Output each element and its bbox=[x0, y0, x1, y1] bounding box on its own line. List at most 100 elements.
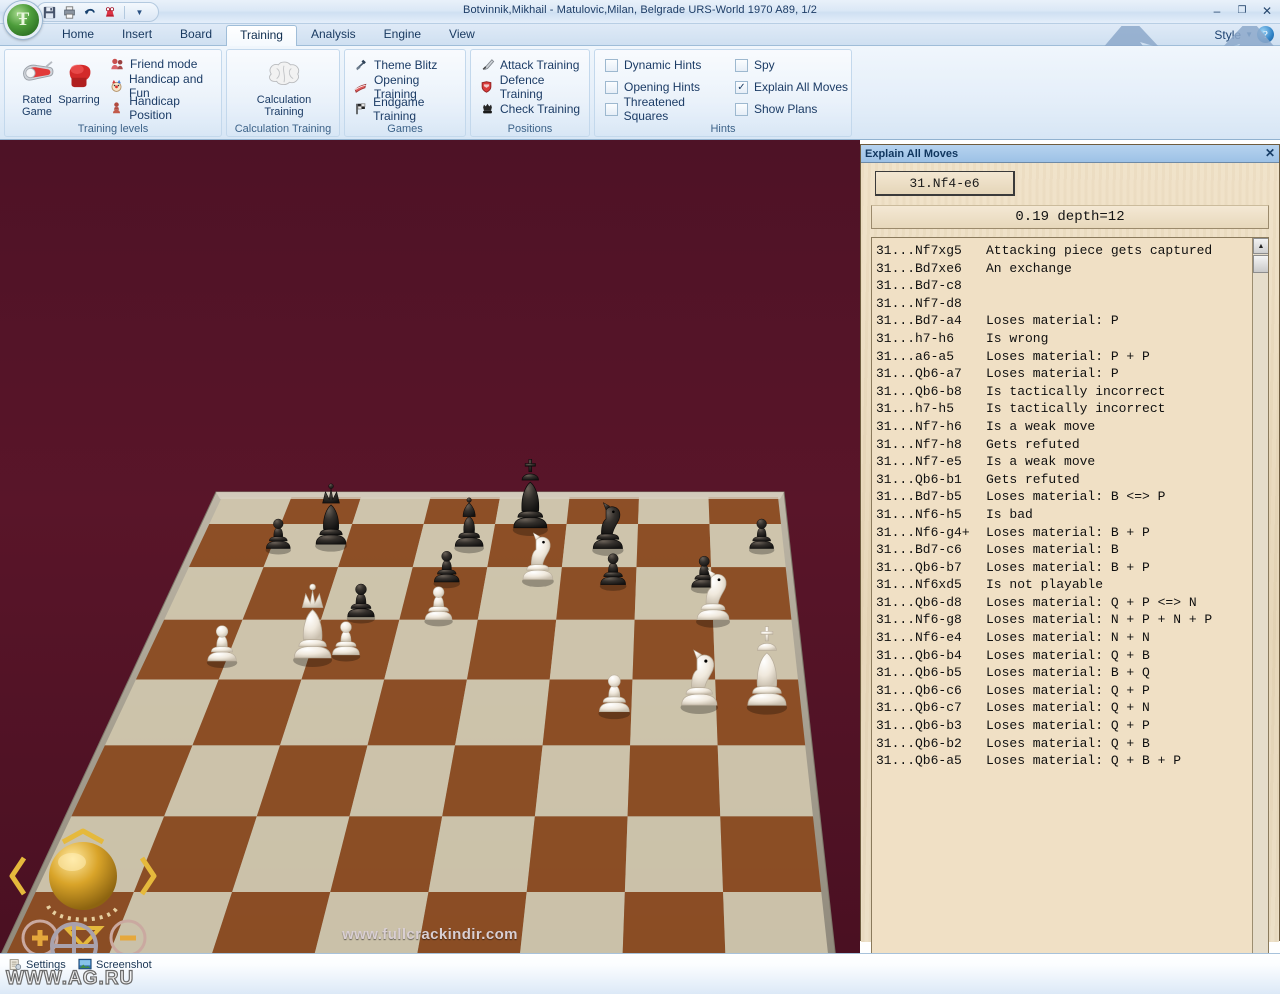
checkbox-spy[interactable]: Spy bbox=[735, 54, 853, 76]
tab-board[interactable]: Board bbox=[166, 24, 226, 46]
board-square[interactable] bbox=[349, 745, 456, 817]
move-list-item[interactable]: 31...Qb6-b3 Loses material: Q + P bbox=[876, 717, 1252, 735]
move-list-item[interactable]: 31...Qb6-c7 Loses material: Q + N bbox=[876, 699, 1252, 717]
endgame-training-item[interactable]: Endgame Training bbox=[353, 95, 465, 123]
tab-training[interactable]: Training bbox=[226, 25, 297, 47]
panel-close-icon[interactable]: ✕ bbox=[1265, 146, 1275, 160]
move-list-item[interactable]: 31...Qb6-b8 Is tactically incorrect bbox=[876, 383, 1252, 401]
board-square[interactable] bbox=[624, 816, 724, 893]
board-square[interactable] bbox=[338, 523, 424, 568]
checkbox-show-plans[interactable]: Show Plans bbox=[735, 98, 853, 120]
move-list-item[interactable]: 31...Nf7-h8 Gets refuted bbox=[876, 436, 1252, 454]
move-list-item[interactable]: 31...Qb6-a7 Loses material: P bbox=[876, 365, 1252, 383]
chessboard-render[interactable] bbox=[0, 140, 860, 953]
move-list-item[interactable]: 31...Bd7-c6 Loses material: B bbox=[876, 541, 1252, 559]
close-button[interactable]: ✕ bbox=[1258, 2, 1276, 19]
sparring-button[interactable]: Sparring bbox=[51, 54, 107, 106]
move-list-item[interactable]: 31...Qb6-b2 Loses material: Q + B bbox=[876, 735, 1252, 753]
move-list-item[interactable]: 31...Nf6-g4+ Loses material: B + P bbox=[876, 524, 1252, 542]
board-square[interactable] bbox=[709, 523, 786, 568]
handicap-position-item[interactable]: Handicap Position bbox=[109, 94, 221, 122]
tab-analysis[interactable]: Analysis bbox=[297, 24, 370, 46]
move-list-item[interactable]: 31...Qb6-a5 Loses material: Q + B + P bbox=[876, 752, 1252, 770]
board-square[interactable] bbox=[627, 745, 721, 817]
explain-all-moves-checkbox-icon[interactable]: ✓ bbox=[735, 80, 748, 94]
move-list-item[interactable]: 31...h7-h6 Is wrong bbox=[876, 330, 1252, 348]
move-list-item[interactable]: 31...Nf7-d8 bbox=[876, 295, 1252, 313]
board-square[interactable] bbox=[638, 497, 710, 524]
scroll-up-button[interactable]: ▲ bbox=[1253, 238, 1268, 254]
board-square[interactable] bbox=[723, 892, 830, 953]
move-list-item[interactable]: 31...Nf7-h6 Is a weak move bbox=[876, 418, 1252, 436]
move-list-item[interactable]: 31...Qb6-b5 Loses material: B + Q bbox=[876, 664, 1252, 682]
board-square[interactable] bbox=[442, 745, 543, 817]
board-square[interactable] bbox=[720, 816, 822, 893]
move-list-item[interactable]: 31...Nf7-e5 Is a weak move bbox=[876, 453, 1252, 471]
dynamic-hints-checkbox-icon[interactable] bbox=[605, 58, 618, 72]
board-square[interactable] bbox=[280, 497, 361, 524]
checkbox-threatened-squares[interactable]: Threatened Squares bbox=[605, 95, 729, 123]
chevron-down-icon[interactable]: ▼ bbox=[1245, 30, 1253, 39]
board-square[interactable] bbox=[717, 745, 813, 817]
minimize-button[interactable]: – bbox=[1208, 2, 1226, 19]
move-list-item[interactable]: 31...Nf6-g8 Loses material: N + P + N + P bbox=[876, 611, 1252, 629]
threatened-squares-checkbox-icon[interactable] bbox=[605, 102, 618, 116]
board-square[interactable] bbox=[549, 619, 635, 680]
board-square[interactable] bbox=[455, 679, 550, 746]
move-list-item[interactable]: 31...Bd7xe6 An exchange bbox=[876, 260, 1252, 278]
board-square[interactable] bbox=[367, 679, 467, 746]
board-square[interactable] bbox=[526, 816, 628, 893]
tab-view[interactable]: View bbox=[435, 24, 489, 46]
move-list-item[interactable]: 31...Bd7-c8 bbox=[876, 277, 1252, 295]
vertical-scroll-thumb[interactable] bbox=[1253, 255, 1268, 273]
board-square[interactable] bbox=[414, 892, 527, 953]
board-square[interactable] bbox=[423, 497, 500, 524]
defence-training-item[interactable]: Defence Training bbox=[479, 73, 589, 101]
app-menu-orb[interactable]: Ŧ bbox=[4, 1, 42, 39]
move-list-item[interactable]: 31...Bd7-b5 Loses material: B <=> P bbox=[876, 488, 1252, 506]
tab-home[interactable]: Home bbox=[48, 24, 108, 46]
board-square[interactable] bbox=[713, 619, 798, 680]
board-square[interactable] bbox=[330, 816, 443, 893]
spy-checkbox-icon[interactable] bbox=[735, 58, 748, 72]
move-comment: Gets refuted bbox=[986, 471, 1080, 487]
move-list-item[interactable]: 31...Nf7xg5 Attacking piece gets captured bbox=[876, 242, 1252, 260]
checkbox-dynamic-hints[interactable]: Dynamic Hints bbox=[605, 54, 729, 76]
board-square[interactable] bbox=[708, 497, 781, 524]
move-list-item[interactable]: 31...Bd7-a4 Loses material: P bbox=[876, 312, 1252, 330]
move-list-item[interactable]: 31...Nf6-e4 Loses material: N + N bbox=[876, 629, 1252, 647]
chessboard-3d-view[interactable]: www.fullcrackindir.com bbox=[0, 140, 860, 953]
move-list-item[interactable]: 31...Nf6-h5 Is bad bbox=[876, 506, 1252, 524]
board-square[interactable] bbox=[384, 619, 478, 680]
move-explanation-list[interactable]: 31...Nf7xg5 Attacking piece gets captured… bbox=[871, 237, 1269, 994]
tab-engine[interactable]: Engine bbox=[370, 24, 435, 46]
move-list-item[interactable]: 31...Nf6xd5 Is not playable bbox=[876, 576, 1252, 594]
move-list-item[interactable]: 31...Qb6-b7 Loses material: B + P bbox=[876, 559, 1252, 577]
board-square[interactable] bbox=[622, 892, 726, 953]
tab-insert[interactable]: Insert bbox=[108, 24, 166, 46]
restore-button[interactable]: ❐ bbox=[1233, 2, 1251, 19]
opening-hints-checkbox-icon[interactable] bbox=[605, 80, 618, 94]
board-square[interactable] bbox=[518, 892, 625, 953]
checkbox-explain-all-moves[interactable]: ✓ Explain All Moves bbox=[735, 76, 853, 98]
move-list-item[interactable]: 31...Qb6-b4 Loses material: Q + B bbox=[876, 647, 1252, 665]
calculation-training-button[interactable]: Calculation Training bbox=[252, 54, 316, 118]
check-training-item[interactable]: Check Training bbox=[479, 98, 589, 120]
move-list-item[interactable]: 31...h7-h5 Is tactically incorrect bbox=[876, 400, 1252, 418]
board-square[interactable] bbox=[466, 619, 557, 680]
board-square[interactable] bbox=[534, 745, 631, 817]
board-square[interactable] bbox=[566, 497, 639, 524]
style-button[interactable]: Style bbox=[1214, 28, 1241, 42]
king-icon bbox=[479, 101, 495, 117]
help-icon[interactable]: ? bbox=[1257, 26, 1274, 43]
show-plans-checkbox-icon[interactable] bbox=[735, 102, 748, 116]
move-list-item[interactable]: 31...a6-a5 Loses material: P + P bbox=[876, 348, 1252, 366]
board-square[interactable] bbox=[352, 497, 431, 524]
move-list-item[interactable]: 31...Qb6-d8 Loses material: Q + P <=> N bbox=[876, 594, 1252, 612]
move-list-item[interactable]: 31...Qb6-c6 Loses material: Q + P bbox=[876, 682, 1252, 700]
vertical-scrollbar[interactable]: ▲ ▼ bbox=[1252, 238, 1268, 994]
board-square[interactable] bbox=[556, 567, 637, 620]
move-list-item[interactable]: 31...Qb6-b1 Gets refuted bbox=[876, 471, 1252, 489]
board-square[interactable] bbox=[428, 816, 535, 893]
current-move-button[interactable]: 31.Nf4-e6 bbox=[875, 171, 1015, 196]
